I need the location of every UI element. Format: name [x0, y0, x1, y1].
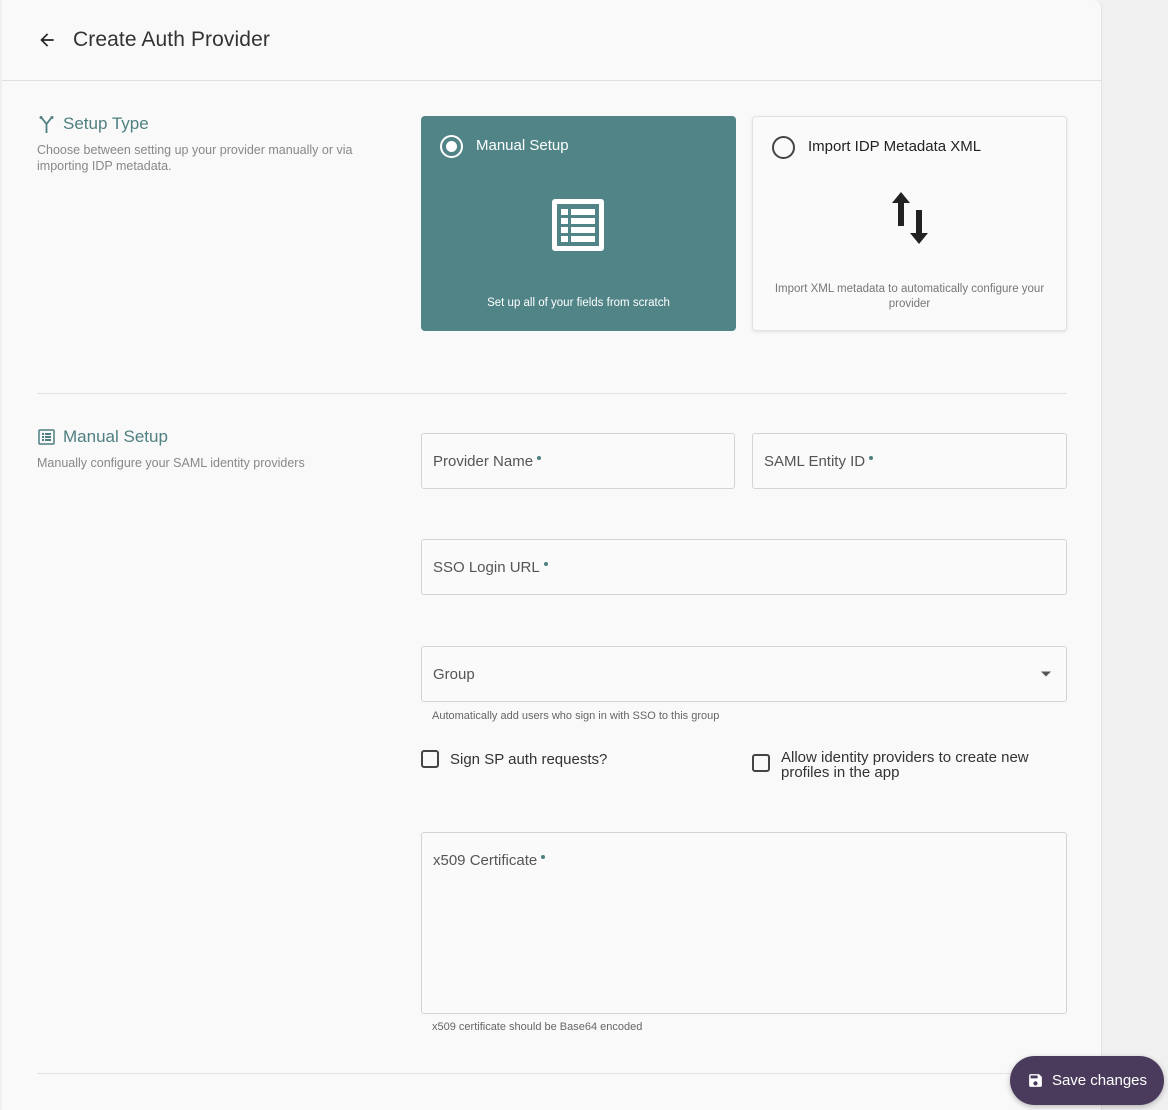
required-indicator: [541, 855, 546, 859]
manual-setup-radio[interactable]: [440, 135, 463, 158]
setup-type-description: Choose between setting up your provider …: [37, 143, 353, 173]
saml-entity-id-input[interactable]: SAML Entity ID: [752, 433, 1067, 489]
required-indicator: [869, 456, 874, 460]
sign-sp-auth-checkbox[interactable]: Sign SP auth requests?: [421, 750, 607, 768]
x509-certificate-textarea[interactable]: x509 Certificate: [421, 832, 1067, 1014]
setup-type-title-text: Setup Type: [63, 114, 149, 133]
manual-setup-title-text: Manual Setup: [63, 427, 168, 446]
list-icon: [552, 199, 604, 251]
import-metadata-label: Import IDP Metadata XML: [808, 138, 982, 155]
import-metadata-radio[interactable]: [772, 136, 795, 159]
group-select[interactable]: Group: [421, 646, 1067, 702]
back-button[interactable]: [35, 28, 59, 52]
chevron-down-icon: [1041, 671, 1051, 677]
page-title: Create Auth Provider: [73, 28, 270, 51]
option-import-idp-metadata[interactable]: Import IDP Metadata XML Import XML metad…: [752, 116, 1067, 331]
required-indicator: [537, 456, 542, 460]
save-changes-button[interactable]: Save changes: [1010, 1056, 1164, 1105]
required-indicator: [543, 562, 548, 566]
manual-setup-description: Set up all of your fields from scratch: [487, 297, 670, 309]
save-changes-label: Save changes: [1051, 1072, 1148, 1089]
provider-name-input[interactable]: Provider Name: [421, 433, 735, 489]
sign-sp-checkbox-box[interactable]: [421, 750, 439, 768]
create-auth-provider-card: Create Auth Provider Setup Type Choose b…: [2, 0, 1102, 1110]
swap-vertical-icon: [892, 192, 928, 244]
sso-login-url-input[interactable]: SSO Login URL: [421, 539, 1067, 595]
fork-icon: [39, 115, 54, 133]
import-metadata-description: Import XML metadata to automatically con…: [774, 283, 1045, 310]
manual-setup-label: Manual Setup: [476, 137, 569, 154]
provider-name-label: Provider Name: [433, 453, 542, 470]
group-helper-text: Automatically add users who sign in with…: [432, 710, 720, 722]
section-divider: [37, 393, 1067, 394]
saml-entity-id-label: SAML Entity ID: [764, 453, 874, 470]
allow-idp-checkbox-box[interactable]: [752, 754, 770, 772]
manual-setup-title: Manual Setup: [38, 427, 168, 447]
floppy-disk-icon: [1029, 1074, 1042, 1087]
group-label: Group: [433, 666, 475, 683]
page-header: Create Auth Provider: [2, 0, 1101, 81]
list-small-icon: [38, 429, 55, 445]
x509-certificate-label: x509 Certificate: [433, 852, 546, 869]
bottom-divider: [37, 1073, 1067, 1074]
manual-setup-description: Manually configure your SAML identity pr…: [37, 456, 305, 470]
allow-idp-checkbox-label: Allow identity providers to create new p…: [781, 749, 1029, 781]
option-manual-setup[interactable]: Manual Setup Set up all of your fields f…: [421, 116, 736, 331]
allow-idp-create-profiles-checkbox[interactable]: Allow identity providers to create new p…: [752, 750, 1052, 780]
setup-type-title: Setup Type: [38, 114, 149, 134]
arrow-left-icon: [40, 33, 54, 47]
sign-sp-checkbox-label: Sign SP auth requests?: [450, 751, 608, 768]
x509-helper-text: x509 certificate should be Base64 encode…: [432, 1021, 643, 1033]
sso-login-url-label: SSO Login URL: [433, 559, 548, 576]
